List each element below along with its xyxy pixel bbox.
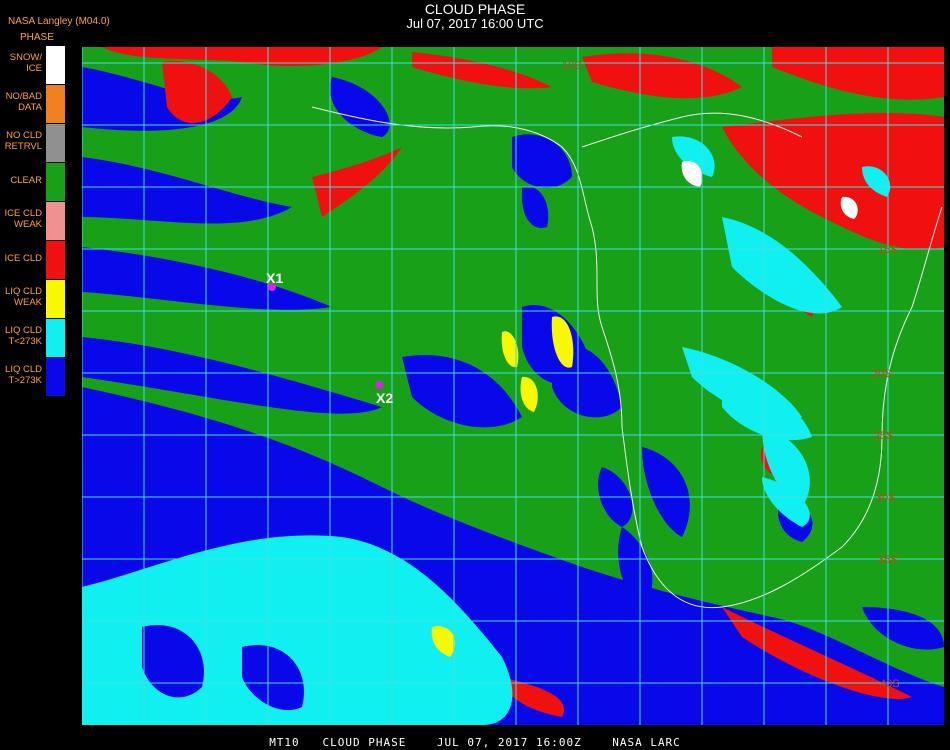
legend: SNOW/ ICE NO/BAD DATA NO CLD RETRVL CLEA… <box>0 46 66 401</box>
legend-label: ICE CLD WEAK <box>4 208 42 230</box>
legend-label: NO/BAD DATA <box>5 91 42 113</box>
lat-label: 35S <box>878 554 898 566</box>
legend-label: LIQ CLD T>273K <box>5 364 42 386</box>
legend-item-ice-cld-weak: ICE CLD WEAK <box>0 202 66 240</box>
lat-label: 20S <box>872 368 892 380</box>
legend-swatch <box>46 124 65 162</box>
legend-label: LIQ CLD WEAK <box>5 286 42 308</box>
legend-item-clear: CLEAR <box>0 163 66 201</box>
page-title: CLOUD PHASE <box>424 1 526 17</box>
lat-label: 40S <box>880 678 900 690</box>
legend-label: NO CLD RETRVL <box>4 130 42 152</box>
marker-x1-label: X1 <box>266 270 283 286</box>
lat-label: 15S <box>878 244 898 256</box>
legend-swatch <box>46 319 65 357</box>
legend-item-ice-cld: ICE CLD <box>0 241 66 279</box>
lat-label: 10S <box>562 60 582 72</box>
legend-item-snow-ice: SNOW/ ICE <box>0 46 66 84</box>
marker-x2-dot[interactable] <box>375 381 383 389</box>
legend-label: CLEAR <box>10 175 42 186</box>
legend-title: PHASE <box>20 32 54 43</box>
legend-item-no-cld-retrvl: NO CLD RETRVL <box>0 124 66 162</box>
lat-label: 25S <box>874 430 894 442</box>
marker-x2-label: X2 <box>376 390 393 406</box>
legend-label: LIQ CLD T<273K <box>5 325 42 347</box>
legend-swatch <box>46 46 65 84</box>
legend-label: ICE CLD <box>4 253 42 264</box>
footer-caption: MT10 CLOUD PHASE JUL 07, 2017 16:00Z NAS… <box>269 736 681 749</box>
cloud-phase-map[interactable]: 10S 15S 20S 25S 30S 35S 40S X1 X2 <box>82 47 944 725</box>
lat-label: 30S <box>876 492 896 504</box>
legend-item-liq-cld-cold: LIQ CLD T<273K <box>0 319 66 357</box>
source-label: NASA Langley (M04.0) <box>8 16 110 27</box>
legend-swatch <box>46 280 65 318</box>
legend-item-liq-cld-weak: LIQ CLD WEAK <box>0 280 66 318</box>
legend-swatch <box>46 85 65 123</box>
timestamp: Jul 07, 2017 16:00 UTC <box>406 16 544 31</box>
legend-swatch <box>46 163 65 201</box>
legend-swatch <box>46 241 65 279</box>
map-canvas: 10S 15S 20S 25S 30S 35S 40S X1 X2 <box>82 47 944 725</box>
legend-item-liq-cld-warm: LIQ CLD T>273K <box>0 358 66 396</box>
legend-label: SNOW/ ICE <box>9 52 42 74</box>
legend-item-no-bad-data: NO/BAD DATA <box>0 85 66 123</box>
legend-swatch <box>46 358 65 396</box>
legend-swatch <box>46 202 65 240</box>
